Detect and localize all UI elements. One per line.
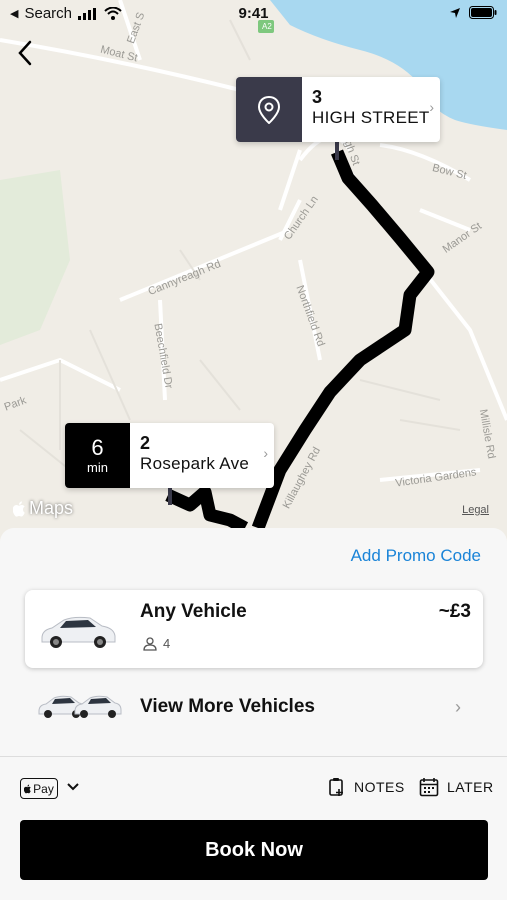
vehicle-option-any[interactable]: Any Vehicle 4 ~£3 — [25, 590, 483, 668]
back-button[interactable] — [12, 38, 40, 68]
destination-callout[interactable]: 3 HIGH STREET › — [236, 77, 440, 142]
notes-button[interactable]: NOTES — [328, 777, 405, 797]
booking-sheet: Add Promo Code Any Vehicle 4 ~£3 View Mo… — [0, 528, 507, 900]
add-promo-code-link[interactable]: Add Promo Code — [351, 546, 481, 566]
status-time: 9:41 — [238, 5, 269, 22]
notes-icon — [329, 778, 343, 796]
destination-pin-box — [236, 77, 302, 142]
apple-logo-icon — [24, 784, 31, 793]
legal-link[interactable]: Legal — [462, 504, 489, 516]
car-icon — [41, 616, 116, 648]
chevron-left-icon — [18, 40, 32, 66]
vehicle-price: ~£3 — [438, 601, 471, 622]
person-icon — [143, 636, 157, 651]
maps-brand: Maps — [29, 498, 74, 518]
destination-number: 3 — [312, 87, 323, 107]
chevron-right-icon: › — [455, 697, 461, 717]
payment-method-label: Pay — [33, 781, 54, 796]
options-row: Pay NOTES LATER — [0, 774, 507, 804]
eta-value: 6 — [91, 435, 104, 460]
battery-icon — [469, 6, 497, 19]
apple-logo-icon — [13, 500, 25, 517]
seat-count: 4 — [163, 636, 171, 651]
view-more-vehicles-row[interactable]: View More Vehicles › — [0, 678, 507, 736]
view-more-vehicles-label: View More Vehicles — [140, 696, 315, 717]
calendar-icon — [419, 778, 439, 797]
maps-attribution: Maps — [13, 498, 73, 519]
park-area — [0, 170, 70, 345]
later-label: LATER — [447, 779, 494, 795]
cars-icon — [38, 695, 122, 718]
vehicle-seats: 4 — [143, 636, 170, 651]
chevron-right-icon: › — [263, 445, 268, 461]
chevron-right-icon: › — [429, 99, 434, 115]
destination-street: HIGH STREET — [312, 108, 430, 127]
location-pin-icon — [258, 95, 280, 124]
vehicle-title: Any Vehicle — [140, 601, 247, 622]
route-line — [251, 149, 435, 531]
status-bar: ◀ Search 9:41 — [0, 0, 507, 28]
book-now-button[interactable]: Book Now — [20, 820, 488, 880]
eta-unit: min — [87, 460, 108, 475]
route-start-line — [165, 485, 249, 534]
pickup-street: Rosepark Ave — [140, 454, 250, 473]
chevron-down-icon[interactable] — [66, 780, 80, 794]
later-button[interactable]: LATER — [419, 777, 494, 797]
notes-label: NOTES — [354, 779, 405, 795]
location-arrow-icon — [450, 7, 460, 18]
eta-box: 6 min — [65, 423, 130, 488]
pickup-callout[interactable]: 6 min 2 Rosepark Ave › — [65, 423, 274, 488]
pickup-number: 2 — [140, 433, 151, 453]
divider — [0, 756, 507, 757]
payment-method-selector[interactable]: Pay — [20, 778, 58, 799]
